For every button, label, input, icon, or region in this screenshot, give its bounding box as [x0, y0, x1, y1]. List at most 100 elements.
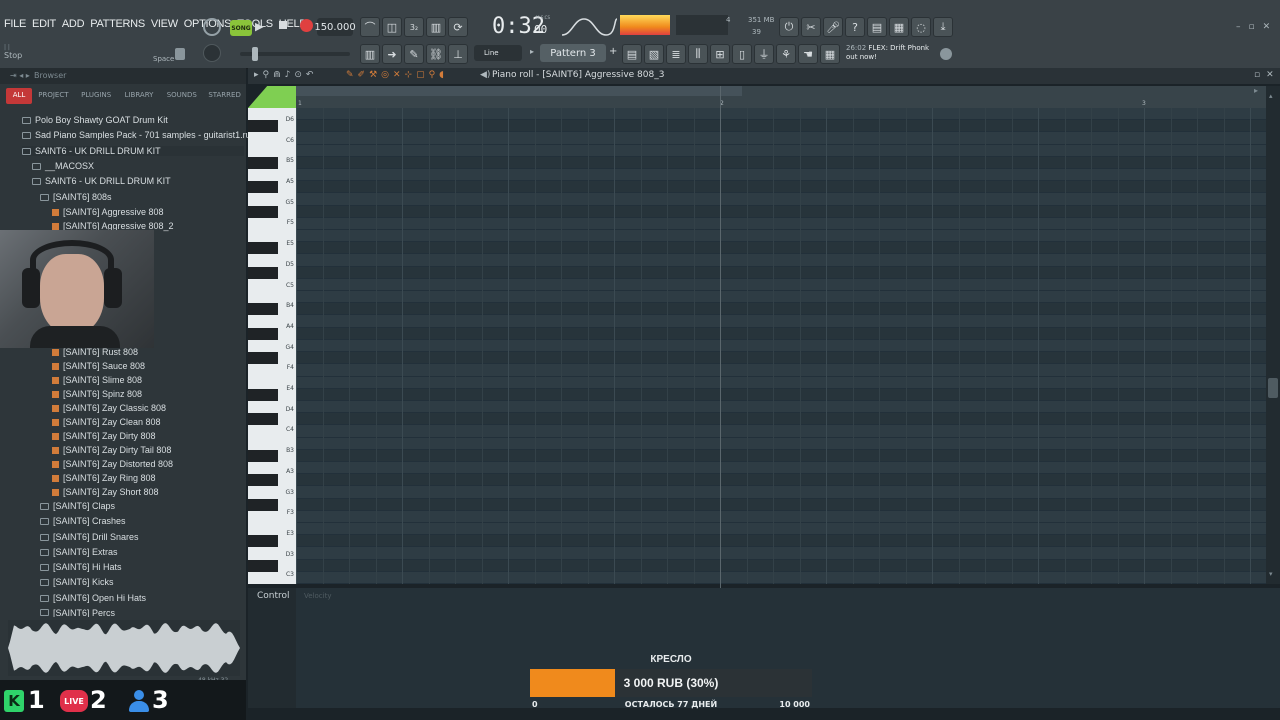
black-key[interactable]: [248, 498, 278, 511]
list-item[interactable]: [SAINT6] Drill Snares: [40, 532, 139, 542]
grid-row[interactable]: [296, 571, 1266, 584]
menu-file[interactable]: FILE: [4, 18, 26, 30]
list-item[interactable]: [SAINT6] Slime 808: [52, 375, 142, 385]
master-volume-knob[interactable]: [203, 18, 221, 36]
grid-row[interactable]: [296, 547, 1266, 560]
list-item[interactable]: SAINT6 - UK DRILL DRUM KIT: [32, 176, 171, 186]
grid-row[interactable]: [296, 291, 1266, 304]
note-grid[interactable]: [296, 108, 1278, 584]
grid-row[interactable]: [296, 242, 1266, 255]
list-item[interactable]: [SAINT6] Zay Ring 808: [52, 473, 156, 483]
template-icon[interactable]: ▯: [732, 44, 752, 64]
snap-select[interactable]: Line: [474, 45, 522, 61]
record-icon[interactable]: [300, 19, 313, 32]
menu-edit[interactable]: EDIT: [32, 18, 56, 30]
song-mode-toggle[interactable]: SONG: [230, 20, 252, 36]
black-key[interactable]: [248, 388, 278, 401]
list-item[interactable]: [SAINT6] Rust 808: [52, 347, 138, 357]
grid-row[interactable]: [296, 181, 1266, 194]
black-key[interactable]: [248, 181, 278, 194]
list-item[interactable]: [SAINT6] Zay Classic 808: [52, 403, 166, 413]
tab-library[interactable]: LIBRARY: [118, 88, 161, 104]
grid-row[interactable]: [296, 193, 1266, 206]
channel-rack-icon[interactable]: ≣: [666, 44, 686, 64]
master-slider-handle[interactable]: [252, 47, 258, 61]
plugin-icon[interactable]: ⊞: [710, 44, 730, 64]
arrow-icon[interactable]: ➜: [382, 44, 402, 64]
scroll-up-icon[interactable]: ▴: [1269, 92, 1273, 100]
piano-icon[interactable]: ▥: [360, 44, 380, 64]
black-key[interactable]: [248, 449, 278, 462]
plug-icon[interactable]: ⏚: [754, 44, 774, 64]
list-item[interactable]: [SAINT6] Crashes: [40, 516, 126, 526]
black-key[interactable]: [248, 327, 278, 340]
menu-patterns[interactable]: PATTERNS: [90, 18, 145, 30]
grid-row[interactable]: [296, 461, 1266, 475]
grid-row[interactable]: [296, 498, 1266, 511]
grid-row[interactable]: [296, 266, 1266, 279]
grid-row[interactable]: [296, 254, 1266, 267]
black-key[interactable]: [248, 242, 278, 255]
tab-sounds[interactable]: SOUNDS: [160, 88, 203, 104]
black-key[interactable]: [248, 303, 278, 316]
tab-plugins[interactable]: PLUGINS: [75, 88, 118, 104]
grid-row[interactable]: [296, 339, 1266, 353]
scrollbar-thumb[interactable]: [1268, 378, 1278, 398]
grid-row[interactable]: [296, 425, 1266, 438]
list-item[interactable]: [SAINT6] Zay Dirty Tail 808: [52, 445, 171, 455]
grid-icon[interactable]: ▦: [820, 44, 840, 64]
list-item[interactable]: [SAINT6] Extras: [40, 547, 118, 557]
grid-row[interactable]: [296, 400, 1266, 414]
online-icon[interactable]: ⏻: [779, 17, 799, 37]
list-item[interactable]: [SAINT6] Open Hi Hats: [40, 593, 146, 603]
black-key[interactable]: [248, 120, 278, 133]
piano-roll-icon[interactable]: ▧: [644, 44, 664, 64]
cut-icon[interactable]: ✂: [801, 17, 821, 37]
black-key[interactable]: [248, 559, 278, 572]
vertical-scrollbar[interactable]: ▴ ▾: [1266, 86, 1280, 584]
control-label[interactable]: Control: [257, 591, 290, 601]
list-item[interactable]: [SAINT6] Claps: [40, 501, 115, 511]
black-key[interactable]: [248, 156, 278, 170]
metronome-icon[interactable]: ⌒: [360, 17, 380, 37]
grid-row[interactable]: [296, 352, 1266, 365]
grid-row[interactable]: [296, 120, 1266, 133]
grid-row[interactable]: [296, 169, 1266, 182]
pattern-select[interactable]: Pattern 3: [540, 44, 606, 62]
grid-row[interactable]: [296, 510, 1266, 523]
piano-roll-window-controls[interactable]: ▫✕: [1254, 70, 1280, 80]
black-key[interactable]: [248, 352, 278, 365]
hand-icon[interactable]: ☚: [798, 44, 818, 64]
scroll-down-icon[interactable]: ▾: [1269, 570, 1273, 578]
news-panel[interactable]: 26:02 FLEX: Drift Phonk out now!: [846, 44, 929, 62]
list-item[interactable]: [SAINT6] Aggressive 808: [52, 207, 164, 217]
grid-row[interactable]: [296, 205, 1266, 218]
piano-roll-tools[interactable]: ▸⚲⋒♪⊙↶: [254, 70, 317, 80]
grid-row[interactable]: [296, 413, 1266, 426]
pattern-arrow-icon[interactable]: ▸: [530, 47, 534, 56]
news-icon[interactable]: [940, 48, 952, 60]
grid-row[interactable]: [296, 437, 1266, 450]
speaker-icon[interactable]: ◀︎): [480, 70, 490, 80]
list-item[interactable]: [SAINT6] Zay Distorted 808: [52, 459, 173, 469]
loop-region[interactable]: [296, 86, 742, 96]
add-pattern-icon[interactable]: +: [609, 46, 617, 57]
list-item[interactable]: Sad Piano Samples Pack - 701 samples - g…: [22, 130, 251, 140]
grid-row[interactable]: [296, 132, 1266, 145]
window-controls[interactable]: –▫✕: [1236, 22, 1278, 32]
mixer-icon[interactable]: ⫼: [688, 44, 708, 64]
stamp-icon[interactable]: ⊥: [448, 44, 468, 64]
list-item[interactable]: [SAINT6] Zay Short 808: [52, 487, 159, 497]
step-edit-icon[interactable]: ▥: [426, 17, 446, 37]
chat-icon[interactable]: ◌: [911, 17, 931, 37]
wait-input-icon[interactable]: ◫: [382, 17, 402, 37]
grid-row[interactable]: [296, 364, 1266, 377]
playlist-icon[interactable]: ▤: [622, 44, 642, 64]
grid-row[interactable]: [296, 522, 1266, 536]
grid-row[interactable]: [296, 559, 1266, 572]
loop-record-icon[interactable]: ⟳: [448, 17, 468, 37]
stop-icon[interactable]: [279, 21, 287, 29]
list-item[interactable]: [SAINT6] Percs: [40, 608, 115, 617]
black-key[interactable]: [248, 266, 278, 279]
menu-add[interactable]: ADD: [62, 18, 85, 30]
